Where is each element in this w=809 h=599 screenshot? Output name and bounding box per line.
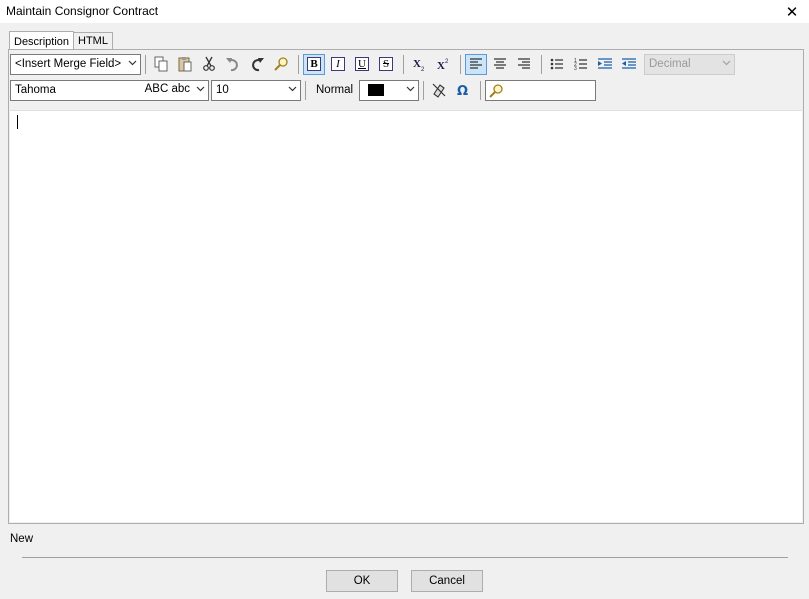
align-center-icon [492, 56, 508, 72]
toolbar-separator [298, 54, 299, 74]
description-editor[interactable] [10, 110, 802, 522]
color-swatch [368, 84, 385, 96]
redo-icon [249, 56, 265, 72]
font-toolbar: Tahoma ABC abc 10 Normal Ω [10, 79, 802, 101]
superscript-icon: X2 [435, 56, 451, 72]
clear-format-button[interactable] [428, 80, 450, 101]
outdent-button[interactable] [618, 54, 640, 75]
numbered-list-icon: 123 [573, 56, 589, 72]
status-text: New [10, 533, 34, 545]
clear-format-icon [431, 82, 447, 98]
superscript-button[interactable]: X2 [432, 54, 454, 75]
undo-button[interactable] [222, 54, 244, 75]
list-style-value: Decimal [649, 58, 691, 70]
tab-description[interactable]: Description [9, 31, 75, 51]
window-title: Maintain Consignor Contract [6, 4, 159, 18]
indent-icon [597, 56, 613, 72]
close-button[interactable]: ✕ [775, 0, 809, 23]
font-preview: ABC abc [144, 82, 190, 95]
chevron-down-icon [722, 58, 731, 67]
bold-icon: B [307, 57, 321, 71]
paste-icon [177, 56, 193, 72]
tab-html[interactable]: HTML [73, 32, 113, 50]
svg-text:3: 3 [574, 66, 577, 72]
svg-text:2: 2 [445, 59, 449, 65]
svg-text:2: 2 [421, 67, 425, 72]
underline-icon: U [355, 57, 369, 71]
svg-text:Ω: Ω [457, 84, 468, 98]
toolbar-separator [145, 54, 146, 74]
strikethrough-icon: S [379, 57, 393, 71]
subscript-button[interactable]: X2 [408, 54, 430, 75]
align-left-button[interactable] [465, 53, 487, 75]
italic-button[interactable]: I [327, 54, 349, 75]
subscript-icon: X2 [411, 56, 427, 72]
list-style-dropdown: Decimal [644, 53, 735, 75]
cut-icon [201, 56, 217, 72]
svg-text:X: X [437, 60, 445, 72]
find-icon [273, 56, 289, 72]
cancel-button[interactable]: Cancel [411, 570, 483, 592]
toolbar-separator [423, 80, 425, 100]
merge-field-value: <Insert Merge Field> [15, 58, 122, 70]
toolbar-separator [305, 80, 306, 100]
merge-field-dropdown[interactable]: <Insert Merge Field> [10, 53, 141, 75]
toolbar-separator [480, 80, 482, 100]
copy-button[interactable] [150, 54, 172, 75]
copy-icon [153, 56, 169, 72]
bold-button[interactable]: B [303, 53, 325, 75]
align-right-button[interactable] [513, 54, 535, 75]
text-color-dropdown[interactable] [359, 79, 420, 101]
text-cursor [17, 115, 18, 129]
formatting-toolbar: <Insert Merge Field> B I U S X2 X2 1 2 3… [10, 53, 802, 75]
bullet-list-button[interactable] [546, 54, 568, 75]
numbered-list-button[interactable]: 123 [570, 54, 592, 75]
redo-button[interactable] [246, 54, 268, 75]
indent-button[interactable] [594, 54, 616, 75]
font-family-dropdown[interactable]: Tahoma ABC abc [10, 79, 209, 101]
ok-button[interactable]: OK [326, 570, 398, 592]
strikethrough-button[interactable]: S [375, 54, 397, 75]
toolbar-separator [460, 54, 461, 74]
bullet-list-icon [549, 56, 565, 72]
toolbar-separator [541, 54, 542, 74]
underline-button[interactable]: U [351, 54, 373, 75]
find-button[interactable] [270, 54, 292, 75]
outdent-icon [621, 56, 637, 72]
font-size-value: 10 [216, 84, 229, 96]
paste-button[interactable] [174, 54, 196, 75]
align-center-button[interactable] [489, 54, 511, 75]
chevron-down-icon [288, 84, 297, 93]
chevron-down-icon [196, 84, 205, 93]
font-size-dropdown[interactable]: 10 [211, 79, 301, 101]
svg-text:X: X [413, 58, 421, 70]
chevron-down-icon [128, 58, 137, 67]
special-char-icon: Ω [455, 82, 471, 98]
align-right-icon [516, 56, 532, 72]
paragraph-style-label[interactable]: Normal [316, 84, 353, 96]
italic-icon: I [331, 57, 345, 71]
divider [22, 557, 788, 558]
search-input[interactable] [485, 79, 597, 101]
cut-button[interactable] [198, 54, 220, 75]
title-bar: Maintain Consignor Contract ✕ [0, 0, 809, 23]
special-char-button[interactable]: Ω [452, 80, 474, 101]
font-family-value: Tahoma [15, 84, 56, 96]
undo-icon [225, 56, 241, 72]
toolbar-separator [403, 54, 404, 74]
align-left-icon [468, 56, 484, 72]
chevron-down-icon [406, 84, 415, 93]
